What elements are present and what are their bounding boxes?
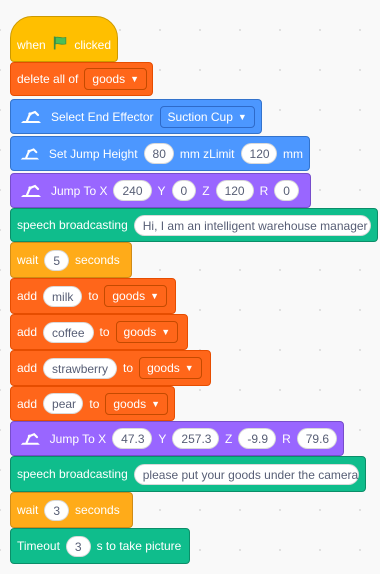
add-label: add	[17, 289, 38, 303]
when-label: when	[17, 38, 46, 52]
jump-height-label: Set Jump Height	[48, 146, 138, 161]
take-picture-label: s to take picture	[96, 539, 182, 553]
item-input[interactable]: strawberry	[43, 357, 118, 379]
dropdown-caret-icon: ▼	[150, 291, 159, 301]
x-input[interactable]: 47.3	[112, 428, 153, 449]
wait-block[interactable]: wait 5 seconds	[10, 242, 132, 278]
add-label: add	[17, 325, 38, 339]
green-flag-icon	[53, 36, 66, 50]
list-dropdown[interactable]: goods ▼	[104, 285, 167, 307]
list-name: goods	[112, 289, 146, 303]
clicked-label: clicked	[74, 38, 111, 52]
set-jump-height-block[interactable]: Set Jump Height 80 mm zLimit 120 mm	[10, 136, 310, 171]
item-input[interactable]: milk	[43, 285, 83, 307]
timeout-seconds-input[interactable]: 3	[65, 535, 91, 557]
list-name: goods	[147, 361, 180, 375]
list-dropdown[interactable]: goods ▼	[115, 321, 179, 343]
speech-broadcasting-block[interactable]: speech broadcasting please put your good…	[10, 456, 366, 492]
speech-broadcasting-block[interactable]: speech broadcasting Hi, I am an intellig…	[10, 208, 378, 242]
robot-arm-icon	[21, 184, 41, 197]
effector-dropdown[interactable]: Suction Cup ▼	[159, 105, 255, 128]
jump-height-input[interactable]: 80	[143, 143, 174, 164]
delete-all-block[interactable]: delete all of goods ▼	[10, 62, 153, 96]
speech-text-input[interactable]: please put your goods under the camera	[133, 463, 359, 485]
to-label: to	[89, 396, 100, 411]
speech-text-input[interactable]: Hi, I am an intelligent warehouse manage…	[133, 214, 371, 236]
item-input[interactable]: pear	[43, 393, 84, 414]
delete-all-label: delete all of	[17, 72, 79, 86]
wait-seconds-input[interactable]: 3	[44, 499, 70, 521]
dropdown-caret-icon: ▼	[237, 111, 247, 122]
z-label: Z	[225, 431, 233, 446]
timeout-label: Timeout	[17, 539, 60, 553]
add-to-list-block[interactable]: add coffee to goods ▼	[10, 314, 188, 350]
to-label: to	[88, 289, 99, 303]
y-input[interactable]: 257.3	[172, 428, 220, 449]
speech-label: speech broadcasting	[17, 218, 128, 232]
zlimit-input[interactable]: 120	[240, 143, 277, 164]
dropdown-caret-icon: ▼	[161, 327, 171, 337]
list-name: goods	[123, 325, 157, 339]
x-input[interactable]: 240	[113, 180, 152, 201]
add-label: add	[17, 361, 38, 375]
list-dropdown[interactable]: goods ▼	[139, 357, 202, 379]
robot-arm-icon	[20, 147, 40, 160]
dropdown-caret-icon: ▼	[130, 74, 140, 84]
wait-label: wait	[17, 503, 39, 517]
select-end-effector-block[interactable]: Select End Effector Suction Cup ▼	[10, 99, 262, 134]
r-input[interactable]: 79.6	[296, 428, 337, 449]
jump-to-label: Jump To X	[51, 183, 108, 198]
to-label: to	[123, 361, 134, 375]
seconds-label: seconds	[75, 253, 120, 267]
y-label: Y	[157, 183, 166, 198]
add-to-list-block[interactable]: add milk to goods ▼	[10, 278, 176, 314]
robot-arm-icon	[20, 432, 40, 445]
jump-to-block[interactable]: Jump To X 47.3 Y 257.3 Z -9.9 R 79.6	[10, 421, 344, 456]
add-label: add	[17, 396, 38, 411]
effector-value: Suction Cup	[167, 109, 233, 124]
robot-arm-icon	[21, 110, 41, 123]
jump-to-label: Jump To X	[49, 431, 107, 446]
to-label: to	[99, 325, 110, 339]
r-input[interactable]: 0	[274, 180, 299, 201]
r-label: R	[282, 431, 291, 446]
item-input[interactable]: coffee	[43, 321, 94, 343]
speech-label: speech broadcasting	[17, 467, 128, 481]
list-dropdown[interactable]: goods ▼	[84, 68, 148, 90]
unit-label: mm	[282, 146, 303, 161]
wait-seconds-input[interactable]: 5	[44, 249, 70, 271]
y-input[interactable]: 0	[171, 180, 197, 201]
select-effector-label: Select End Effector	[51, 109, 154, 124]
jump-to-block[interactable]: Jump To X 240 Y 0 Z 120 R 0	[10, 173, 311, 208]
wait-block[interactable]: wait 3 seconds	[10, 492, 133, 528]
wait-label: wait	[17, 253, 39, 267]
add-to-list-block[interactable]: add strawberry to goods ▼	[10, 350, 211, 386]
list-name: goods	[92, 72, 126, 86]
dropdown-caret-icon: ▼	[151, 398, 160, 409]
zlimit-label: mm zLimit	[179, 146, 235, 161]
y-label: Y	[158, 431, 167, 446]
z-input[interactable]: -9.9	[238, 428, 277, 449]
list-name: goods	[113, 396, 147, 411]
seconds-label: seconds	[75, 503, 120, 517]
dropdown-caret-icon: ▼	[184, 363, 194, 373]
when-flag-clicked-block[interactable]: when clicked	[10, 16, 118, 62]
list-dropdown[interactable]: goods ▼	[105, 392, 168, 415]
z-label: Z	[202, 183, 210, 198]
add-to-list-block[interactable]: add pear to goods ▼	[10, 386, 175, 421]
timeout-take-picture-block[interactable]: Timeout 3 s to take picture	[10, 528, 190, 564]
r-label: R	[259, 183, 269, 198]
z-input[interactable]: 120	[215, 180, 254, 201]
